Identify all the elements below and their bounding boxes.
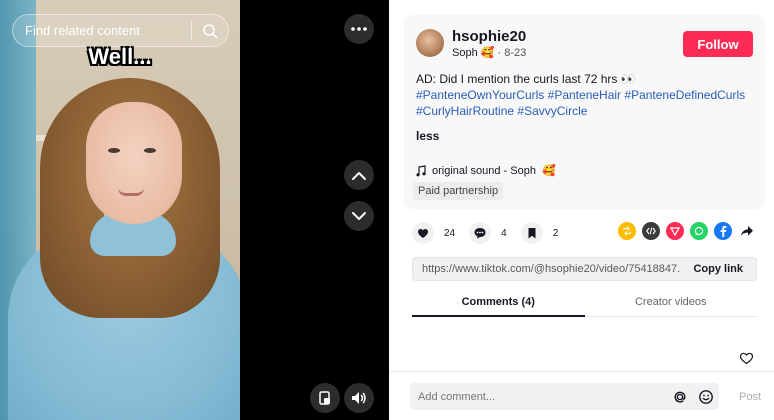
tiktok-video-page: Find related content Well... hsophie20 S… <box>0 0 774 420</box>
face-emoji-icon: 🥰 <box>541 165 556 177</box>
facebook-icon[interactable] <box>714 222 732 240</box>
chevron-down-icon <box>352 211 366 220</box>
face-emoji-icon: 🥰 <box>480 47 495 59</box>
hashtag-link[interactable]: #PanteneDefinedCurls <box>624 88 745 102</box>
video-panel: Find related content Well... <box>0 0 389 420</box>
post-comment-button[interactable]: Post <box>739 391 761 403</box>
comment-like-button[interactable] <box>739 351 754 370</box>
tab-comments[interactable]: Comments (4) <box>412 290 585 317</box>
hashtag-link[interactable]: #PanteneHair <box>548 88 621 102</box>
at-sign-icon <box>674 391 686 403</box>
author-subline: Soph 🥰 · 8-23 <box>452 46 526 59</box>
send-icon[interactable] <box>666 222 684 240</box>
related-search[interactable]: Find related content <box>12 14 229 47</box>
paid-partnership-badge: Paid partnership <box>413 182 504 200</box>
ellipsis-icon <box>351 27 367 31</box>
post-date: · 8-23 <box>497 47 527 59</box>
share-row <box>618 222 756 240</box>
chevron-up-icon <box>352 171 366 180</box>
description-text: AD: Did I mention the curls last 72 hrs <box>416 72 618 86</box>
heart-icon <box>412 222 434 244</box>
action-bar: 24 4 2 <box>412 222 572 244</box>
comment-count: 4 <box>501 227 507 239</box>
less-toggle[interactable]: less <box>416 129 439 143</box>
share-arrow-icon[interactable] <box>738 222 756 240</box>
sound-name: original sound - Soph <box>432 164 536 177</box>
display-name: Soph <box>452 47 478 59</box>
emoji-button[interactable] <box>693 389 719 405</box>
more-options-button[interactable] <box>344 14 374 44</box>
like-button[interactable]: 24 <box>412 222 455 244</box>
avatar[interactable] <box>416 29 444 57</box>
hashtag-link[interactable]: #CurlyHairRoutine <box>416 104 514 118</box>
like-count: 24 <box>444 227 456 239</box>
post-info-card: hsophie20 Soph 🥰 · 8-23 Follow AD: Did I… <box>404 15 765 209</box>
video-player[interactable]: Find related content Well... <box>0 0 240 420</box>
whatsapp-icon[interactable] <box>690 222 708 240</box>
tab-creator-videos[interactable]: Creator videos <box>585 290 758 316</box>
eyes-emoji-icon: 👀 <box>620 72 636 86</box>
comment-button[interactable]: 4 <box>469 222 507 244</box>
copy-link-button[interactable]: Copy link <box>680 263 756 275</box>
music-note-icon <box>416 164 426 176</box>
search-icon <box>203 23 218 38</box>
save-count: 2 <box>552 227 559 239</box>
mini-player-button[interactable] <box>310 383 340 413</box>
follow-button[interactable]: Follow <box>683 31 753 57</box>
username[interactable]: hsophie20 <box>452 28 526 45</box>
picture-in-picture-icon <box>319 391 330 405</box>
previous-video-button[interactable] <box>344 160 374 190</box>
share-link-url[interactable]: https://www.tiktok.com/@hsophie20/video/… <box>413 263 680 275</box>
bookmark-icon <box>520 222 543 244</box>
sound-link[interactable]: original sound - Soph 🥰 <box>416 164 556 177</box>
smiley-icon <box>699 389 713 404</box>
hashtag-link[interactable]: #SavvyCircle <box>517 104 587 118</box>
search-button[interactable] <box>192 14 228 47</box>
search-input[interactable]: Find related content <box>13 23 191 38</box>
comment-input-box[interactable]: Add comment... <box>410 383 719 410</box>
comment-input[interactable]: Add comment... <box>410 391 667 403</box>
repost-icon[interactable] <box>618 222 636 240</box>
volume-icon <box>352 392 366 404</box>
tab-bar: Comments (4) Creator videos <box>412 290 757 317</box>
post-description: AD: Did I mention the curls last 72 hrs … <box>416 71 761 119</box>
divider <box>389 371 774 372</box>
hashtag-link[interactable]: #PanteneOwnYourCurls <box>416 88 544 102</box>
volume-button[interactable] <box>344 383 374 413</box>
next-video-button[interactable] <box>344 201 374 231</box>
share-link-box: https://www.tiktok.com/@hsophie20/video/… <box>412 257 757 281</box>
save-button[interactable]: 2 <box>520 222 559 244</box>
heart-outline-icon <box>739 352 754 365</box>
comment-icon <box>469 222 492 244</box>
video-caption: Well... <box>88 44 152 69</box>
embed-icon[interactable] <box>642 222 660 240</box>
mention-button[interactable] <box>667 389 693 405</box>
